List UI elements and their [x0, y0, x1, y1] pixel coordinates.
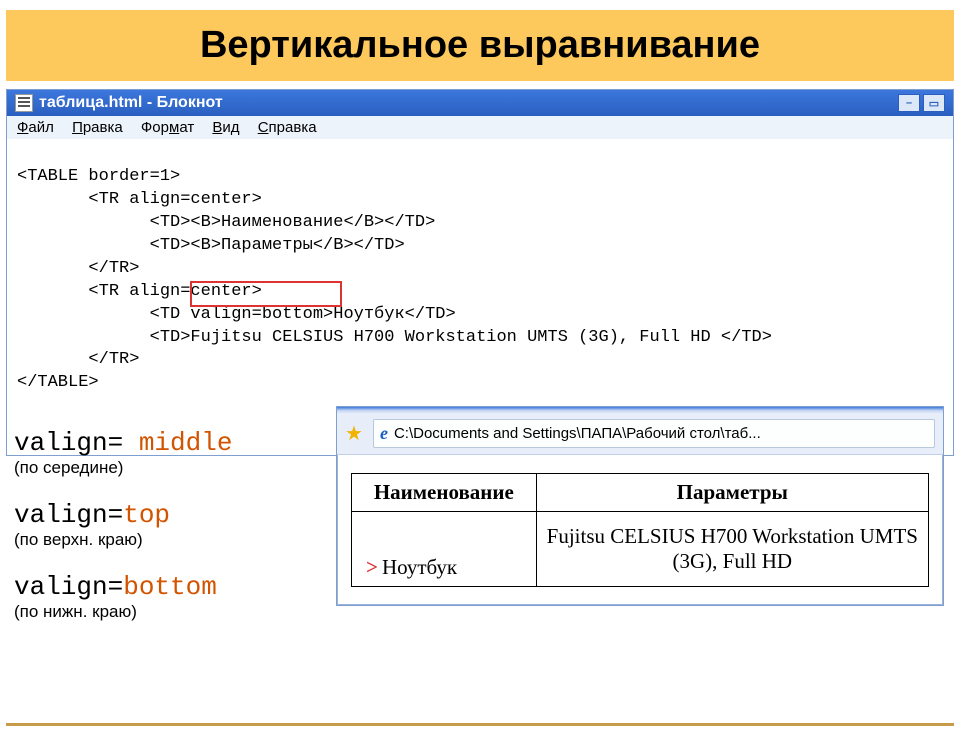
notepad-title-text: таблица.html - Блокнот: [39, 94, 223, 112]
caret-icon: >: [366, 555, 378, 579]
menu-view[interactable]: Вид: [212, 119, 239, 136]
td-name: >Ноутбук: [352, 512, 537, 587]
option-bottom: valign=bottom (по нижн. краю): [14, 572, 232, 622]
code-line: <TD valign=bottom>Ноутбук</TD>: [17, 305, 456, 324]
code-line: <TR align=center>: [17, 190, 262, 209]
menu-format[interactable]: Формат: [141, 119, 194, 136]
notepad-titlebar: таблица.html - Блокнот – ▭: [7, 90, 953, 116]
th-params: Параметры: [536, 474, 928, 512]
code-line: <TD>Fujitsu CELSIUS H700 Workstation UMT…: [17, 328, 772, 347]
menu-help[interactable]: Справка: [258, 119, 317, 136]
document-icon: [15, 94, 33, 112]
slide-title: Вертикальное выравнивание: [6, 10, 954, 81]
code-line: <TABLE border=1>: [17, 167, 180, 186]
footer-rule: [6, 723, 954, 726]
ie-content: Наименование Параметры >Ноутбук Fujitsu …: [337, 455, 943, 605]
favorites-icon[interactable]: ★: [345, 421, 363, 446]
ie-url-text: C:\Documents and Settings\ПАПА\Рабочий с…: [394, 425, 761, 442]
ie-addressbar: ★ e C:\Documents and Settings\ПАПА\Рабоч…: [337, 413, 943, 455]
ie-logo-icon: e: [380, 423, 388, 444]
maximize-button[interactable]: ▭: [923, 94, 945, 112]
option-middle: valign= middle (по середине): [14, 428, 232, 478]
code-line: </TABLE>: [17, 373, 99, 392]
menu-edit[interactable]: Правка: [72, 119, 123, 136]
th-name: Наименование: [352, 474, 537, 512]
rendered-table: Наименование Параметры >Ноутбук Fujitsu …: [351, 473, 929, 587]
window-controls: – ▭: [898, 94, 945, 112]
ie-url-box[interactable]: e C:\Documents and Settings\ПАПА\Рабочий…: [373, 419, 935, 448]
table-row: >Ноутбук Fujitsu CELSIUS H700 Workstatio…: [352, 512, 929, 587]
notepad-menubar: Файл Правка Формат Вид Справка: [7, 116, 953, 139]
minimize-button[interactable]: –: [898, 94, 920, 112]
td-params: Fujitsu CELSIUS H700 Workstation UMTS (3…: [536, 512, 928, 587]
option-top: valign=top (по верхн. краю): [14, 500, 232, 550]
notepad-window: таблица.html - Блокнот – ▭ Файл Правка Ф…: [6, 89, 954, 456]
code-line: </TR>: [17, 350, 139, 369]
code-line: <TD><B>Параметры</B></TD>: [17, 236, 405, 255]
valign-options: valign= middle (по середине) valign=top …: [14, 428, 232, 644]
ie-window: ★ e C:\Documents and Settings\ПАПА\Рабоч…: [336, 406, 944, 606]
menu-file[interactable]: Файл: [17, 119, 54, 136]
code-line: <TD><B>Наименование</B></TD>: [17, 213, 435, 232]
code-line: <TR align=center>: [17, 282, 262, 301]
table-header-row: Наименование Параметры: [352, 474, 929, 512]
code-line: </TR>: [17, 259, 139, 278]
